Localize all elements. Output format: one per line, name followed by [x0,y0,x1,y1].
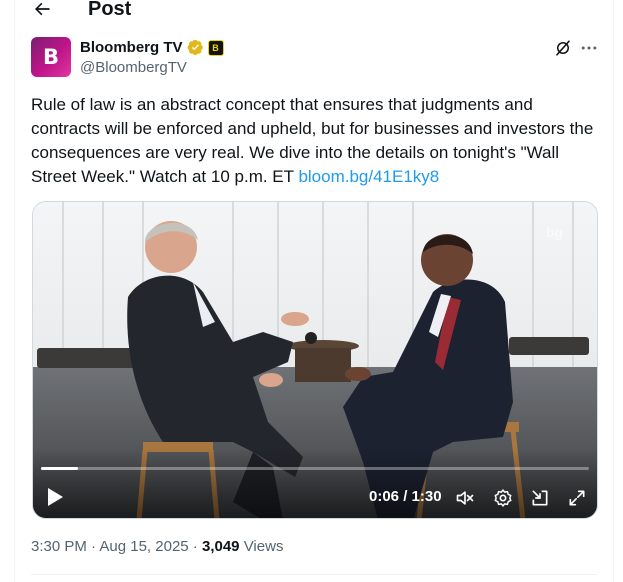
fullscreen-button[interactable] [566,487,588,509]
affiliate-badge[interactable]: B [207,39,224,56]
play-icon [48,488,63,506]
mute-button[interactable] [454,487,476,509]
views-label: Views [239,538,284,555]
video-progress-bar[interactable] [41,467,589,470]
settings-button[interactable] [492,487,514,509]
dock-button[interactable] [529,487,551,509]
meta-separator-2: · [188,538,202,555]
play-button[interactable] [45,486,65,508]
tweet-text: Rule of law is an abstract concept that … [31,93,601,189]
views-count: 3,049 [201,538,240,555]
verified-badge-icon[interactable] [187,39,204,56]
grok-icon [556,40,570,56]
video-player[interactable]: bg 0:06 / 1:30 [32,201,598,519]
dock-icon [532,490,548,506]
more-options-button[interactable] [577,37,601,59]
grok-button[interactable] [552,37,574,59]
video-watermark: bg [545,224,563,240]
more-horizontal-icon [581,46,597,50]
post-column: Post B Bloomberg TV B @BloombergTV Rule … [14,0,614,582]
display-name[interactable]: Bloomberg TV [80,39,183,56]
page-title: Post [88,0,132,20]
meta-separator: · [86,538,100,555]
divider [31,574,597,575]
volume-muted-icon [456,491,474,505]
tweet-meta: 3:30 PM · Aug 15, 2025 · 3,049 Views [31,538,283,555]
video-time: 0:06 / 1:30 [369,488,442,505]
tweet-date[interactable]: Aug 15, 2025 [99,538,188,555]
gear-icon [494,489,512,507]
avatar[interactable]: B [31,37,71,77]
tweet-link[interactable]: bloom.bg/41E1ky8 [298,167,439,186]
handle[interactable]: @BloombergTV [80,59,224,76]
post-header: Post [15,0,615,22]
fullscreen-icon [569,490,585,506]
avatar-letter: B [42,45,59,69]
back-button[interactable] [29,0,55,22]
arrow-left-icon [35,2,50,16]
tweet-time[interactable]: 3:30 PM [31,538,87,555]
video-progress-fill [41,467,78,470]
author-info: Bloomberg TV B @BloombergTV [80,38,224,76]
